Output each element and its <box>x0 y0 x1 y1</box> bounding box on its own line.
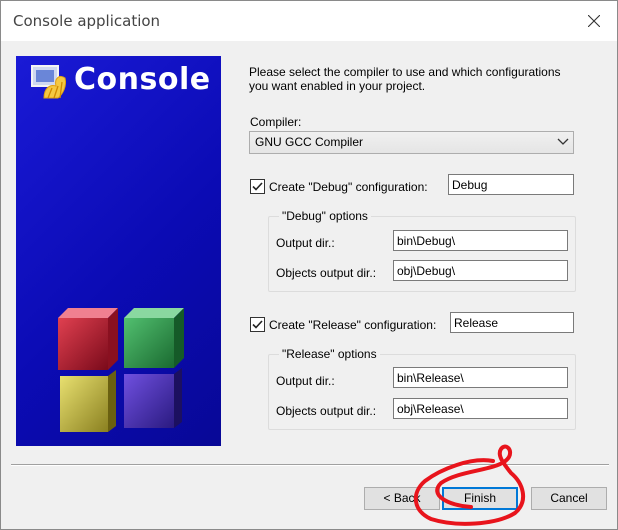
release-output-label: Output dir.: <box>276 374 335 388</box>
release-config-label[interactable]: Create "Release" configuration: <box>269 318 436 332</box>
panel-title: Console <box>74 62 211 97</box>
checkmark-icon <box>252 182 263 191</box>
footer-separator <box>11 464 609 466</box>
debug-objects-label: Objects output dir.: <box>276 266 377 280</box>
release-config-name-input[interactable]: Release <box>450 312 574 333</box>
debug-output-label: Output dir.: <box>276 236 335 250</box>
debug-config-name-input[interactable]: Debug <box>448 174 574 195</box>
window-title: Console application <box>13 12 161 30</box>
release-config-checkbox[interactable] <box>250 317 265 332</box>
red-circle-annotation <box>414 444 526 526</box>
compiler-label: Compiler: <box>250 115 302 129</box>
intro-text: Please select the compiler to use and wh… <box>249 65 589 93</box>
wizard-side-image: Console <box>16 56 221 446</box>
chevron-down-icon <box>557 138 569 145</box>
close-icon <box>588 15 600 27</box>
title-bar: Console application <box>1 1 617 41</box>
release-objects-dir-input[interactable]: obj\Release\ <box>393 398 568 419</box>
back-button[interactable]: < Back <box>364 487 440 510</box>
release-output-dir-input[interactable]: bin\Release\ <box>393 367 568 388</box>
intro-line-1: Please select the compiler to use and wh… <box>249 65 561 79</box>
checkmark-icon <box>252 320 263 329</box>
console-application-dialog: Console application Console Please selec… <box>0 0 618 530</box>
close-button[interactable] <box>571 1 617 41</box>
intro-line-2: you want enabled in your project. <box>249 79 426 93</box>
debug-output-dir-input[interactable]: bin\Debug\ <box>393 230 568 251</box>
cancel-button[interactable]: Cancel <box>531 487 607 510</box>
debug-config-checkbox[interactable] <box>250 179 265 194</box>
codeblocks-cubes-icon <box>58 308 184 432</box>
finish-button[interactable]: Finish <box>442 487 518 510</box>
compiler-selected-value: GNU GCC Compiler <box>255 135 364 149</box>
debug-config-label[interactable]: Create "Debug" configuration: <box>269 180 428 194</box>
debug-options-title: "Debug" options <box>279 209 371 223</box>
release-options-title: "Release" options <box>279 347 380 361</box>
compiler-select[interactable]: GNU GCC Compiler <box>249 131 574 154</box>
console-logo-icon <box>31 65 66 99</box>
debug-objects-dir-input[interactable]: obj\Debug\ <box>393 260 568 281</box>
release-objects-label: Objects output dir.: <box>276 404 377 418</box>
